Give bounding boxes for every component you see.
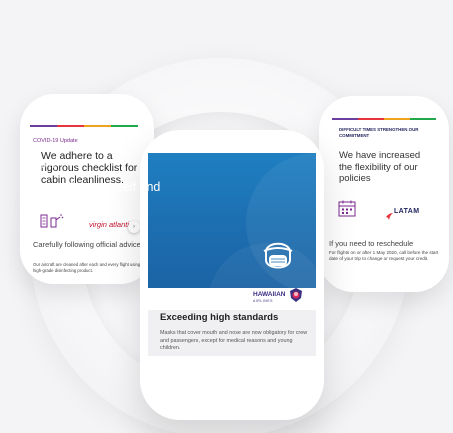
card-latam[interactable] <box>319 96 449 292</box>
color-stripe <box>30 125 138 127</box>
hero-title-bold: Protecting <box>27 180 89 194</box>
cleaning-checklist-icon <box>40 212 64 235</box>
hero-title: Protecting yourself and others <box>27 180 177 210</box>
color-stripe <box>332 118 436 120</box>
hawaiian-logo-text: HAWAIIAN <box>253 291 286 298</box>
calendar-icon <box>338 200 358 223</box>
card-heading: Exceeding high standards <box>160 312 279 323</box>
arrow-badge-icon[interactable]: › <box>128 221 140 233</box>
hawaiian-airlines-logo: HAWAIIAN AIRLINES <box>253 291 286 305</box>
card-body: Masks that cover mouth and nose are now … <box>160 330 308 351</box>
hero-kicker: COVID-19 <box>27 164 55 170</box>
card-subheading: Carefully following official advice <box>33 240 141 249</box>
latam-logo: LATAM <box>394 208 420 215</box>
card-body: Our aircraft are cleaned after each and … <box>33 262 144 273</box>
virgin-atlantic-logo: virgin atlantic <box>89 220 133 229</box>
hawaiian-logo-sub: AIRLINES <box>253 299 273 303</box>
card-title: We have increased the flexibility of our… <box>339 150 421 184</box>
face-mask-icon <box>261 238 295 279</box>
card-body: For flights on or after 1 May 2020, call… <box>329 250 439 261</box>
latam-mark-icon <box>385 208 394 226</box>
card-kicker: COVID-19 Update <box>33 138 78 144</box>
card-kicker: DIFFICULT TIMES STRENGTHEN OUR COMMITMEN… <box>339 127 419 138</box>
hawaiian-mark-icon <box>289 287 303 308</box>
card-subheading: If you need to reschedule <box>329 239 414 248</box>
